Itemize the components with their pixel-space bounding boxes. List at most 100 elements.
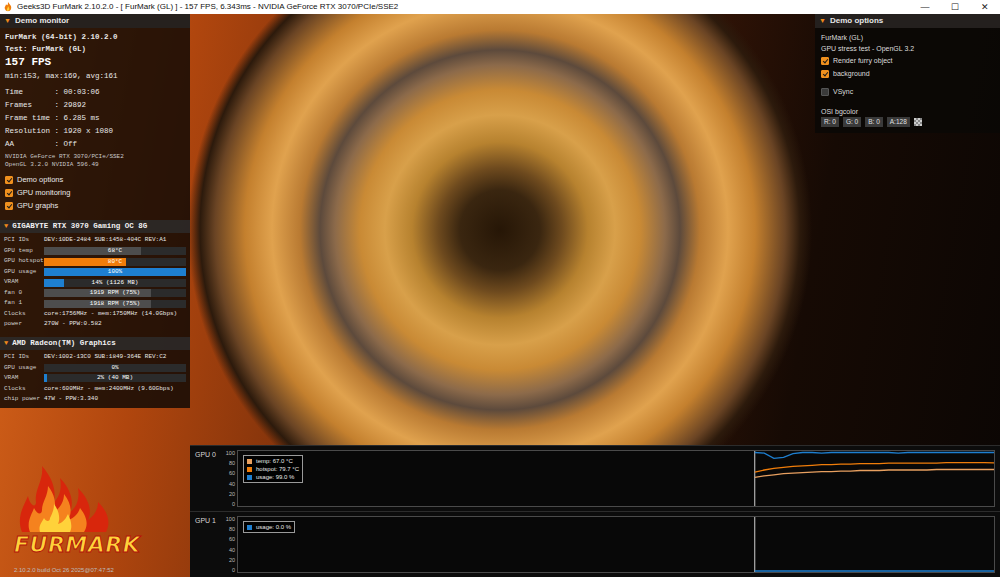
meter-track: 1919 RPM (75%) [44,289,186,297]
toggle-row[interactable]: GPU monitoring [5,186,185,199]
axis-tick: 60 [223,470,235,476]
legend-swatch [247,459,252,464]
checkbox[interactable] [821,88,829,96]
gpu-row-value: core:1756MHz - mem:1750MHz (14.0Gbps) [44,309,177,320]
toggle-list: Demo optionsGPU monitoringGPU graphs [5,173,185,212]
left-column: ▼Demo monitorFurMark (64-bit) 2.10.2.0Te… [0,14,190,577]
axis-tick: 100 [223,516,235,522]
stats-list: Time: 00:03:06Frames: 29892Frame time: 6… [5,86,185,151]
gpu-row-value: DEV:10DE-2484 SUB:1458-404C REV:A1 [44,235,166,246]
collapse-arrow-icon[interactable]: ▼ [4,338,8,349]
gpu-row-label: chip power [4,394,44,405]
app-version: FurMark (64-bit) 2.10.2.0 [5,31,185,43]
gpu-row-label: VRAM [4,277,44,288]
gpu-row: fan 11918 RPM (75%) [4,298,186,309]
gpu-name: GIGABYTE RTX 3070 Gaming OC 8G [12,221,147,232]
meter-reading: 80°C [44,258,186,266]
stat-row: Time: 00:03:06 [5,86,185,99]
toggle-label[interactable]: GPU monitoring [17,186,70,199]
meter-reading: 2% (40 MB) [44,374,186,382]
flame-shape [29,486,87,532]
gpu-graph: GPU 1100806040200usage: 0.0 % [190,511,1000,577]
checkbox[interactable] [821,70,829,78]
checkbox[interactable] [5,189,13,197]
collapse-arrow-icon[interactable]: ▼ [819,16,826,27]
collapse-arrow-icon[interactable]: ▼ [4,16,11,27]
graphs-panel: GPU 0100806040200temp: 67.0 °Chotspot: 7… [190,445,1000,577]
meter-reading: 68°C [44,247,186,255]
option-label[interactable]: Render furry object [833,55,893,67]
stat-value: : 6.285 ms [55,112,100,125]
legend-row: hotspot: 79.7 °C [247,465,299,473]
toggle-label[interactable]: GPU graphs [17,199,58,212]
flame-shape [39,504,71,532]
legend-label: temp: 67.0 °C [256,457,293,465]
option-row[interactable]: background [821,68,994,80]
graph-title: GPU 1 [195,517,216,524]
gpu-header[interactable]: ▼ GIGABYTE RTX 3070 Gaming OC 8G [0,220,190,233]
close-button[interactable]: ✕ [970,0,1000,14]
legend-swatch [247,475,252,480]
axis-tick: 60 [223,536,235,542]
bgcolor-label: OSI bgcolor [821,106,994,117]
gpu-row: GPU hotspot80°C [4,256,186,267]
gpu-row: Clockscore:600MHz - mem:2400MHz (9.60Gbp… [4,384,186,395]
stat-row: AA: Off [5,138,185,151]
gpu-row-label: PCI IDs [4,352,44,363]
axis-tick: 100 [223,450,235,456]
meter-track: 100% [44,268,186,276]
meter-track: 80°C [44,258,186,266]
collapse-arrow-icon[interactable]: ▼ [4,221,8,232]
color-field[interactable]: A:128 [887,117,910,127]
gpu-row-label: VRAM [4,373,44,384]
demo-name: FurMark (GL) [821,32,994,43]
options-body: FurMark (GL)GPU stress test - OpenGL 3.2… [815,28,1000,133]
gpu-row: Clockscore:1756MHz - mem:1750MHz (14.0Gb… [4,309,186,320]
axis-tick: 80 [223,460,235,466]
graph-title: GPU 0 [195,451,216,458]
color-field[interactable]: R: 0 [821,117,839,127]
option-row[interactable]: VSync [821,86,994,98]
series-line [755,470,994,478]
build-info: 2.10.2.0 build Oct 26 2025@07:47:52 [14,566,190,574]
maximize-button[interactable]: ☐ [940,0,970,14]
meter-color [44,247,141,255]
minimize-button[interactable]: — [910,0,940,14]
gpu-row: GPU usage100% [4,267,186,278]
toggle-row[interactable]: Demo options [5,173,185,186]
options-header[interactable]: ▼Demo options [815,14,1000,28]
monitor-header[interactable]: ▼Demo monitor [0,14,190,28]
option-label[interactable]: VSync [833,86,853,98]
color-field[interactable]: B: 0 [865,117,883,127]
gpu-row-label: Clocks [4,309,44,320]
graph-label-column: GPU 0 [195,450,223,507]
graph-legend: usage: 0.0 % [243,521,295,533]
render-viewport: ▼Demo monitorFurMark (64-bit) 2.10.2.0Te… [0,14,1000,577]
toggle-row[interactable]: GPU graphs [5,199,185,212]
stat-label: Time [5,86,55,99]
stat-row: Resolution: 1920 x 1080 [5,125,185,138]
option-row[interactable]: Render furry object [821,55,994,67]
gpu-row-label: PCI IDs [4,235,44,246]
stat-label: Frames [5,99,55,112]
series-line [755,453,994,459]
graph-plot: temp: 67.0 °Chotspot: 79.7 °Cusage: 99.0… [237,450,995,507]
demo-options-panel: ▼Demo optionsFurMark (GL)GPU stress test… [815,14,1000,133]
toggle-label[interactable]: Demo options [17,173,63,186]
demo-monitor-panel: ▼Demo monitorFurMark (64-bit) 2.10.2.0Te… [0,14,190,408]
gpu-row: fan 01919 RPM (75%) [4,288,186,299]
gpu-row: power270W - PPW:0.582 [4,319,186,330]
gpu-row: PCI IDsDEV:1002-13C0 SUB:1849-364E REV:C… [4,352,186,363]
checkbox[interactable] [821,57,829,65]
graph-canvas [238,517,994,572]
color-field[interactable]: G: 0 [843,117,861,127]
color-swatch-icon[interactable] [914,118,922,126]
legend-row: usage: 0.0 % [247,523,291,531]
stat-row: Frames: 29892 [5,99,185,112]
bgcolor-fields: R: 0 G: 0 B: 0 A:128 [821,117,994,127]
stat-value: : 1920 x 1080 [55,125,114,138]
option-label[interactable]: background [833,68,870,80]
checkbox[interactable] [5,176,13,184]
checkbox[interactable] [5,202,13,210]
gpu-header[interactable]: ▼AMD Radeon(TM) Graphics [0,337,190,350]
